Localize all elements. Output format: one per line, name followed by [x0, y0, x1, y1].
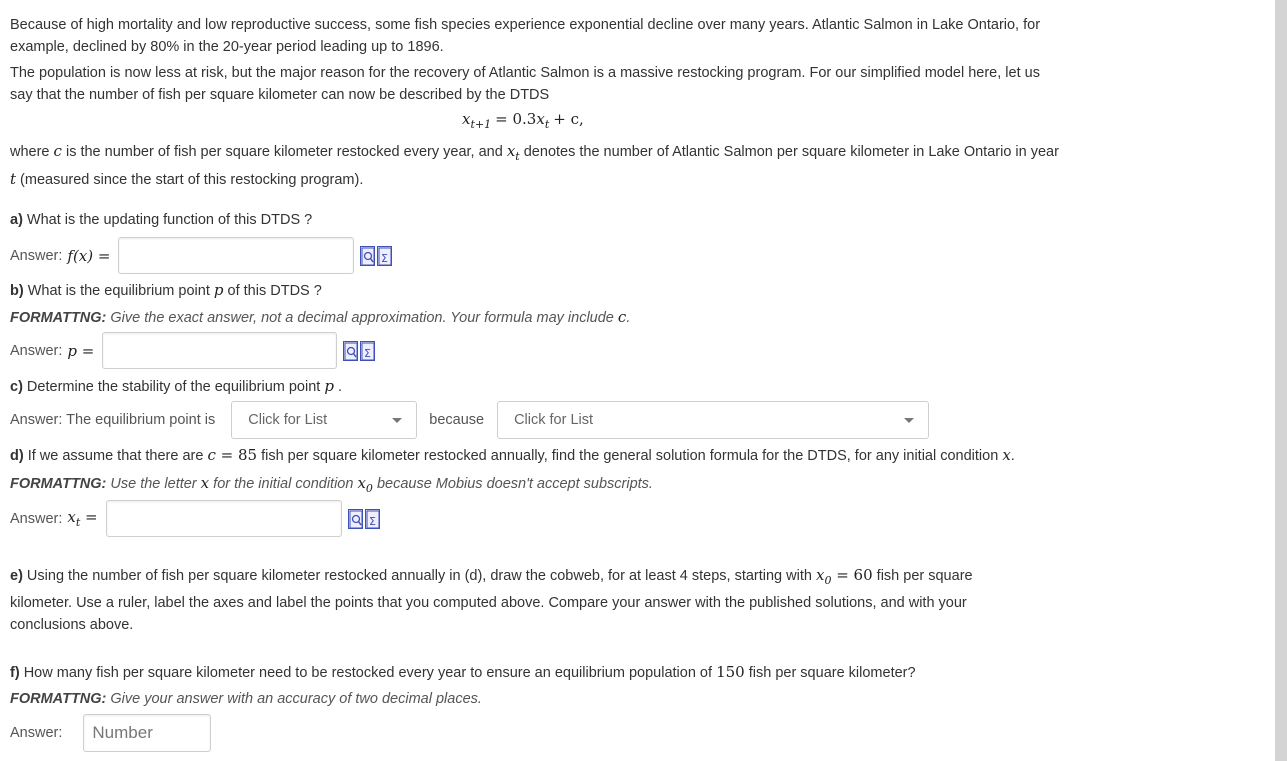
question-a: a) What is the updating function of this… — [10, 212, 313, 228]
answer-a-tools: Σ — [360, 245, 393, 266]
answer-a-math: f(x) = — [67, 246, 111, 265]
answer-d-math: xt = — [67, 508, 98, 529]
stability-select-value: Click for List — [248, 412, 328, 428]
chevron-down-icon — [392, 417, 403, 423]
question-f: f) How many fish per square kilometer ne… — [10, 663, 916, 681]
answer-b-row: Answer: p = Σ — [10, 332, 376, 369]
intro-paragraph-1: Because of high mortality and low reprod… — [10, 17, 1041, 55]
answer-d-row: Answer: xt = Σ — [10, 500, 380, 537]
svg-text:Σ: Σ — [381, 252, 388, 265]
svg-text:Σ: Σ — [369, 515, 376, 528]
answer-c-row: Answer: The equilibrium point is Click f… — [10, 401, 930, 439]
answer-label: Answer: — [10, 342, 63, 359]
formatting-note-d: FORMATTNG: Use the letter x for the init… — [10, 474, 653, 495]
formatting-note-f: FORMATTNG: Give your answer with an accu… — [10, 691, 482, 707]
answer-label: Answer: — [10, 725, 63, 741]
answer-d-input[interactable] — [105, 500, 342, 537]
answer-b-input[interactable] — [102, 332, 338, 369]
question-c: c) Determine the stability of the equili… — [10, 377, 343, 395]
answer-a-row: Answer: f(x) = Σ — [10, 237, 393, 274]
answer-label: Answer: — [10, 247, 63, 264]
because-label: because — [429, 412, 485, 428]
scrollbar[interactable] — [1275, 0, 1287, 761]
preview-icon[interactable] — [360, 245, 376, 266]
equation-editor-icon[interactable]: Σ — [364, 508, 380, 529]
where-paragraph: where c is the number of fish per square… — [10, 142, 1059, 188]
equation-editor-icon[interactable]: Σ — [360, 340, 376, 361]
dtds-equation: xt+1 = 0.3xt + c, — [462, 110, 584, 131]
reason-select-value: Click for List — [514, 412, 594, 428]
answer-b-math: p = — [67, 341, 95, 360]
number-placeholder: Number — [92, 723, 153, 742]
equation-editor-icon[interactable]: Σ — [377, 245, 393, 266]
reason-select[interactable]: Click for List — [497, 401, 930, 439]
preview-icon[interactable] — [347, 508, 363, 529]
question-e: e) Using the number of fish per square k… — [10, 566, 973, 633]
answer-label: Answer: The equilibrium point is — [10, 412, 216, 428]
answer-a-input[interactable] — [118, 237, 355, 274]
formatting-note-b: FORMATTNG: Give the exact answer, not a … — [10, 308, 631, 326]
answer-f-row: Answer: Number — [10, 714, 212, 752]
answer-label: Answer: — [10, 510, 63, 527]
question-b: b) What is the equilibrium point p of th… — [10, 281, 322, 299]
preview-icon[interactable] — [343, 340, 359, 361]
stability-select[interactable]: Click for List — [231, 401, 418, 439]
intro-paragraph-2: The population is now less at risk, but … — [10, 65, 1040, 103]
answer-f-number-input[interactable]: Number — [83, 714, 212, 752]
question-d: d) If we assume that there are c = 85 fi… — [10, 446, 1015, 464]
chevron-down-icon — [904, 417, 915, 423]
answer-b-tools: Σ — [343, 340, 376, 361]
answer-d-tools: Σ — [347, 508, 380, 529]
svg-text:Σ: Σ — [364, 347, 371, 360]
